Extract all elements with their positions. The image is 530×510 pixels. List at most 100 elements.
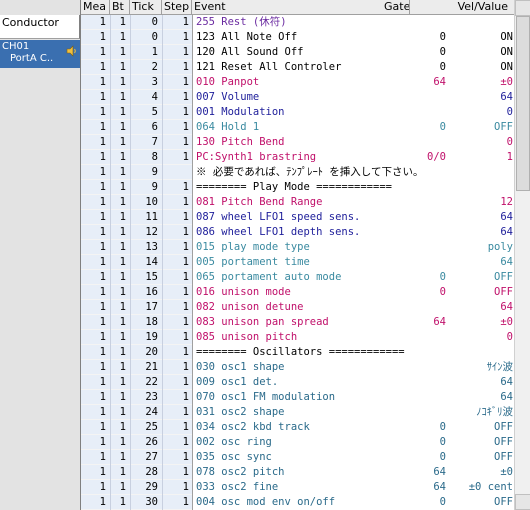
cell-bt[interactable]: 1 xyxy=(110,90,126,105)
cell-bt[interactable]: 1 xyxy=(110,495,126,510)
cell-gate[interactable]: 0 xyxy=(371,45,446,60)
cell-tick[interactable]: 28 xyxy=(130,465,158,480)
cell-step[interactable]: 1 xyxy=(162,375,189,390)
table-row[interactable]: 1 1 0 1 255 Rest (休符) xyxy=(81,15,514,30)
cell-gate[interactable]: 64 xyxy=(371,315,446,330)
cell-step[interactable]: 1 xyxy=(162,75,189,90)
cell-mea[interactable]: 1 xyxy=(81,285,106,300)
cell-bt[interactable]: 1 xyxy=(110,480,126,495)
cell-value[interactable]: OFF xyxy=(441,495,513,510)
cell-mea[interactable]: 1 xyxy=(81,105,106,120)
cell-tick[interactable]: 18 xyxy=(130,315,158,330)
cell-mea[interactable]: 1 xyxy=(81,90,106,105)
cell-bt[interactable]: 1 xyxy=(110,360,126,375)
cell-tick[interactable]: 16 xyxy=(130,285,158,300)
cell-step[interactable]: 1 xyxy=(162,270,189,285)
cell-value[interactable]: 64 xyxy=(441,300,513,315)
cell-event[interactable]: 086 wheel LFO1 depth sens. xyxy=(196,225,360,240)
cell-tick[interactable]: 4 xyxy=(130,90,158,105)
cell-bt[interactable]: 1 xyxy=(110,300,126,315)
cell-bt[interactable]: 1 xyxy=(110,405,126,420)
cell-step[interactable]: 1 xyxy=(162,450,189,465)
cell-step[interactable]: 1 xyxy=(162,195,189,210)
cell-tick[interactable]: 27 xyxy=(130,450,158,465)
table-row[interactable]: 1 1 27 1 035 osc sync 0 OFF xyxy=(81,450,514,465)
cell-step[interactable]: 1 xyxy=(162,15,189,30)
cell-value[interactable]: 64 xyxy=(441,225,513,240)
cell-step[interactable]: 1 xyxy=(162,30,189,45)
cell-mea[interactable]: 1 xyxy=(81,465,106,480)
table-row[interactable]: 1 1 16 1 016 unison mode 0 OFF xyxy=(81,285,514,300)
cell-step[interactable]: 1 xyxy=(162,240,189,255)
cell-value[interactable]: OFF xyxy=(441,420,513,435)
cell-gate[interactable]: 0 xyxy=(371,270,446,285)
table-row[interactable]: 1 1 30 1 004 osc mod env on/off 0 OFF xyxy=(81,495,514,510)
table-row[interactable]: 1 1 14 1 005 portament time 64 xyxy=(81,255,514,270)
cell-step[interactable]: 1 xyxy=(162,60,189,75)
vertical-scrollbar[interactable] xyxy=(514,0,530,510)
table-row[interactable]: 1 1 4 1 007 Volume 64 xyxy=(81,90,514,105)
cell-tick[interactable]: 19 xyxy=(130,330,158,345)
table-row[interactable]: 1 1 18 1 083 unison pan spread 64 ±0 xyxy=(81,315,514,330)
cell-step[interactable]: 1 xyxy=(162,120,189,135)
cell-step[interactable]: 1 xyxy=(162,285,189,300)
cell-event[interactable]: 065 portament auto mode xyxy=(196,270,341,285)
cell-event[interactable]: 120 All Sound Off xyxy=(196,45,303,60)
cell-bt[interactable]: 1 xyxy=(110,60,126,75)
cell-gate[interactable]: 0/0 xyxy=(371,150,446,165)
cell-tick[interactable]: 26 xyxy=(130,435,158,450)
cell-tick[interactable]: 7 xyxy=(130,135,158,150)
cell-mea[interactable]: 1 xyxy=(81,120,106,135)
cell-step[interactable]: 1 xyxy=(162,330,189,345)
cell-step[interactable]: 1 xyxy=(162,435,189,450)
cell-step[interactable]: 1 xyxy=(162,465,189,480)
table-row[interactable]: 1 1 6 1 064 Hold 1 0 OFF xyxy=(81,120,514,135)
table-row[interactable]: 1 1 17 1 082 unison detune 64 xyxy=(81,300,514,315)
cell-bt[interactable]: 1 xyxy=(110,15,126,30)
cell-mea[interactable]: 1 xyxy=(81,300,106,315)
cell-bt[interactable]: 1 xyxy=(110,135,126,150)
table-row[interactable]: 1 1 3 1 010 Panpot 64 ±0 xyxy=(81,75,514,90)
cell-step[interactable]: 1 xyxy=(162,420,189,435)
cell-event[interactable]: PC:Synth1 brastring xyxy=(196,150,316,165)
cell-mea[interactable]: 1 xyxy=(81,450,106,465)
table-row[interactable]: 1 1 7 1 130 Pitch Bend 0 xyxy=(81,135,514,150)
cell-value[interactable]: OFF xyxy=(441,285,513,300)
table-row[interactable]: 1 1 8 1 PC:Synth1 brastring 0/0 1 xyxy=(81,150,514,165)
cell-mea[interactable]: 1 xyxy=(81,345,106,360)
cell-tick[interactable]: 15 xyxy=(130,270,158,285)
cell-value[interactable]: ﾉｺｷﾞﾘ波 xyxy=(441,405,513,420)
cell-event[interactable]: 123 All Note Off xyxy=(196,30,297,45)
cell-step[interactable]: 1 xyxy=(162,315,189,330)
table-row[interactable]: 1 1 22 1 009 osc1 det. 64 xyxy=(81,375,514,390)
cell-value[interactable]: ±0 cent xyxy=(441,480,513,495)
cell-bt[interactable]: 1 xyxy=(110,105,126,120)
table-row[interactable]: 1 1 10 1 081 Pitch Bend Range 12 xyxy=(81,195,514,210)
cell-bt[interactable]: 1 xyxy=(110,435,126,450)
cell-event[interactable]: 009 osc1 det. xyxy=(196,375,278,390)
cell-gate[interactable]: 64 xyxy=(371,465,446,480)
cell-mea[interactable]: 1 xyxy=(81,405,106,420)
cell-bt[interactable]: 1 xyxy=(110,225,126,240)
cell-value[interactable]: OFF xyxy=(441,450,513,465)
cell-step[interactable]: 1 xyxy=(162,405,189,420)
cell-mea[interactable]: 1 xyxy=(81,180,106,195)
cell-value[interactable]: 64 xyxy=(441,375,513,390)
cell-bt[interactable]: 1 xyxy=(110,420,126,435)
cell-event[interactable]: 070 osc1 FM modulation xyxy=(196,390,335,405)
cell-value[interactable]: 0 xyxy=(441,135,513,150)
table-row[interactable]: 1 1 1 1 120 All Sound Off 0 ON xyxy=(81,45,514,60)
cell-gate[interactable]: 0 xyxy=(371,30,446,45)
speaker-icon[interactable] xyxy=(66,45,78,57)
table-row[interactable]: 1 1 5 1 001 Modulation 0 xyxy=(81,105,514,120)
cell-event[interactable]: 030 osc1 shape xyxy=(196,360,285,375)
cell-tick[interactable]: 14 xyxy=(130,255,158,270)
cell-bt[interactable]: 1 xyxy=(110,255,126,270)
cell-event[interactable]: ======== Oscillators ============ xyxy=(196,345,405,360)
scroll-up-arrow-icon[interactable] xyxy=(515,0,530,16)
cell-value[interactable]: OFF xyxy=(441,120,513,135)
cell-tick[interactable]: 9 xyxy=(130,165,158,180)
table-row[interactable]: 1 1 12 1 086 wheel LFO1 depth sens. 64 xyxy=(81,225,514,240)
header-bt[interactable]: Bt xyxy=(110,0,130,15)
cell-value[interactable]: 12 xyxy=(441,195,513,210)
